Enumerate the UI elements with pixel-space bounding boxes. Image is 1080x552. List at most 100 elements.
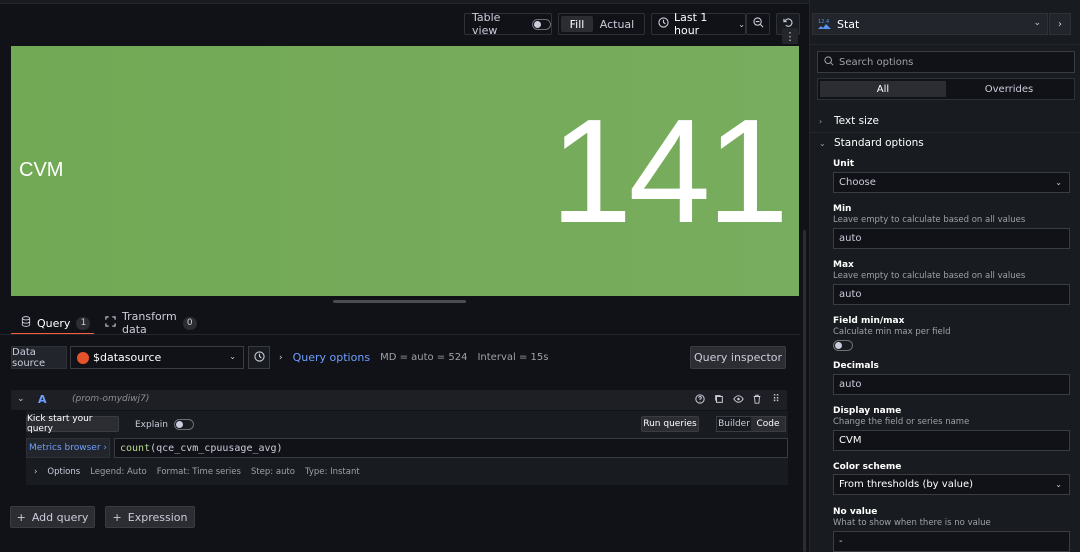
format-option: Format: Time series: [156, 467, 241, 477]
table-view-toggle[interactable]: Table view: [464, 11, 552, 37]
search-placeholder: Search options: [839, 56, 914, 68]
table-view-label: Table view: [472, 11, 501, 37]
query-code-input[interactable]: count (qce_cvm_cpuusage_avg): [114, 438, 788, 458]
chevron-down-icon: ⌄: [1055, 480, 1062, 489]
group-text-size-label: Text size: [834, 115, 879, 127]
actual-option[interactable]: Actual: [593, 16, 641, 32]
tab-transform[interactable]: Transform data 0: [105, 310, 197, 336]
chevron-right-icon: ›: [279, 352, 283, 363]
tabs-divider: [0, 334, 800, 335]
plus-icon: +: [112, 510, 122, 524]
min-input[interactable]: auto: [833, 228, 1070, 249]
min-description: Leave empty to calculate based on all va…: [833, 215, 1026, 225]
add-expression-button[interactable]: + Expression: [105, 506, 195, 528]
tab-query-label: Query: [37, 316, 71, 330]
metrics-browser-button[interactable]: Metrics browser ›: [26, 438, 110, 458]
fill-option[interactable]: Fill: [561, 16, 593, 32]
visualization-picker[interactable]: 12.4 Stat ⌄: [812, 13, 1048, 35]
stat-viz-icon: 12.4: [818, 18, 831, 30]
query-options-row[interactable]: › Options Legend: Auto Format: Time seri…: [34, 467, 360, 477]
search-icon: [824, 55, 834, 69]
chevron-down-icon: ⌄: [819, 138, 826, 148]
no-value-value: -: [839, 536, 843, 547]
eye-icon[interactable]: [731, 392, 745, 406]
help-icon[interactable]: [693, 392, 707, 406]
field-minmax-toggle[interactable]: [833, 340, 853, 351]
max-input[interactable]: auto: [833, 284, 1070, 305]
display-name-input[interactable]: CVM: [833, 430, 1070, 451]
step-option: Step: auto: [250, 467, 295, 477]
duplicate-icon[interactable]: [712, 392, 726, 406]
add-query-label: Add query: [31, 510, 89, 524]
tab-overrides[interactable]: Overrides: [946, 81, 1072, 97]
time-range-picker[interactable]: Last 1 hour ⌄: [651, 11, 746, 37]
visualization-name: Stat: [837, 17, 860, 31]
stat-label: CVM: [19, 159, 64, 181]
query-options-link[interactable]: Query options: [293, 351, 370, 364]
explain-toggle[interactable]: Explain: [135, 419, 194, 430]
tab-transform-label: Transform data: [122, 310, 177, 336]
time-range-label: Last 1 hour: [674, 11, 708, 37]
explain-label: Explain: [135, 419, 168, 430]
query-argument: (qce_cvm_cpuusage_avg): [150, 442, 283, 454]
max-label: Max: [833, 260, 854, 270]
query-inspector-button[interactable]: Query inspector: [690, 346, 786, 369]
display-name-label: Display name: [833, 406, 902, 416]
code-mode[interactable]: Code: [751, 417, 785, 431]
stat-value: 141: [550, 89, 789, 254]
tab-query[interactable]: Query 1: [21, 312, 91, 334]
options-title: Options: [47, 467, 81, 477]
query-letter[interactable]: A: [38, 393, 47, 406]
kebab-menu-icon[interactable]: ⋮: [782, 28, 798, 44]
prometheus-icon: [77, 351, 89, 364]
unit-select[interactable]: Choose ⌄: [833, 172, 1070, 193]
search-options-input[interactable]: Search options: [817, 51, 1075, 73]
query-row-header: ⌄ A (prom-omydiwj7) ⠿: [11, 390, 787, 410]
group-standard-options[interactable]: ⌄ Standard options: [810, 132, 1080, 154]
tab-all[interactable]: All: [820, 81, 946, 97]
tab-transform-count: 0: [182, 316, 197, 330]
editor-mode-switch: Builder Code: [716, 416, 786, 432]
query-editor: Kick start your query Explain Run querie…: [26, 411, 788, 485]
editor-scrollbar[interactable]: [803, 230, 806, 552]
max-description: Leave empty to calculate based on all va…: [833, 271, 1026, 281]
plus-icon: +: [16, 510, 26, 524]
kick-start-button[interactable]: Kick start your query: [26, 414, 119, 434]
color-scheme-select[interactable]: From thresholds (by value) ⌄: [833, 474, 1070, 495]
no-value-input[interactable]: -: [833, 531, 1070, 552]
drag-handle-icon[interactable]: ⠿: [769, 392, 783, 406]
clock-icon: [658, 17, 669, 31]
chevron-down-icon: ⌄: [229, 352, 236, 361]
query-datasource-ref: (prom-omydiwj7): [72, 394, 150, 404]
datasource-select[interactable]: $datasource ⌄: [70, 346, 244, 369]
svg-text:12.4: 12.4: [818, 19, 829, 25]
run-queries-button[interactable]: Run queries: [641, 416, 699, 432]
legend-option: Legend: Auto: [90, 467, 147, 477]
panel-resize-handle[interactable]: [333, 300, 466, 303]
panel-toolbar: Table view Fill Actual Last 1 hour ⌄: [0, 11, 800, 37]
add-expression-label: Expression: [127, 510, 188, 524]
no-value-description: What to show when there is no value: [833, 518, 991, 528]
decimals-value: auto: [839, 379, 862, 390]
collapse-chevron-icon[interactable]: ⌄: [17, 394, 25, 404]
group-text-size[interactable]: › Text size: [810, 110, 1080, 132]
builder-mode[interactable]: Builder: [717, 417, 751, 431]
add-query-button[interactable]: + Add query: [10, 506, 95, 528]
collapse-sidebar-button[interactable]: ›: [1049, 13, 1071, 35]
query-row-actions: ⠿: [693, 392, 783, 406]
trash-icon[interactable]: [750, 392, 764, 406]
unit-value: Choose: [839, 177, 876, 188]
toggle-switch[interactable]: [173, 419, 194, 430]
type-option: Type: Instant: [305, 467, 360, 477]
toggle-switch[interactable]: [532, 18, 551, 30]
datasource-row: Data source $datasource ⌄ › Query option…: [11, 346, 789, 369]
database-icon: [21, 316, 31, 330]
zoom-out-button[interactable]: [746, 13, 770, 35]
datasource-help-button[interactable]: [248, 346, 270, 369]
fill-actual-switch: Fill Actual: [558, 13, 645, 35]
decimals-input[interactable]: auto: [833, 374, 1070, 395]
sidebar-divider: [810, 44, 1080, 45]
tab-query-count: 1: [76, 316, 91, 330]
transform-icon: [105, 316, 116, 330]
query-function: count: [120, 442, 151, 454]
